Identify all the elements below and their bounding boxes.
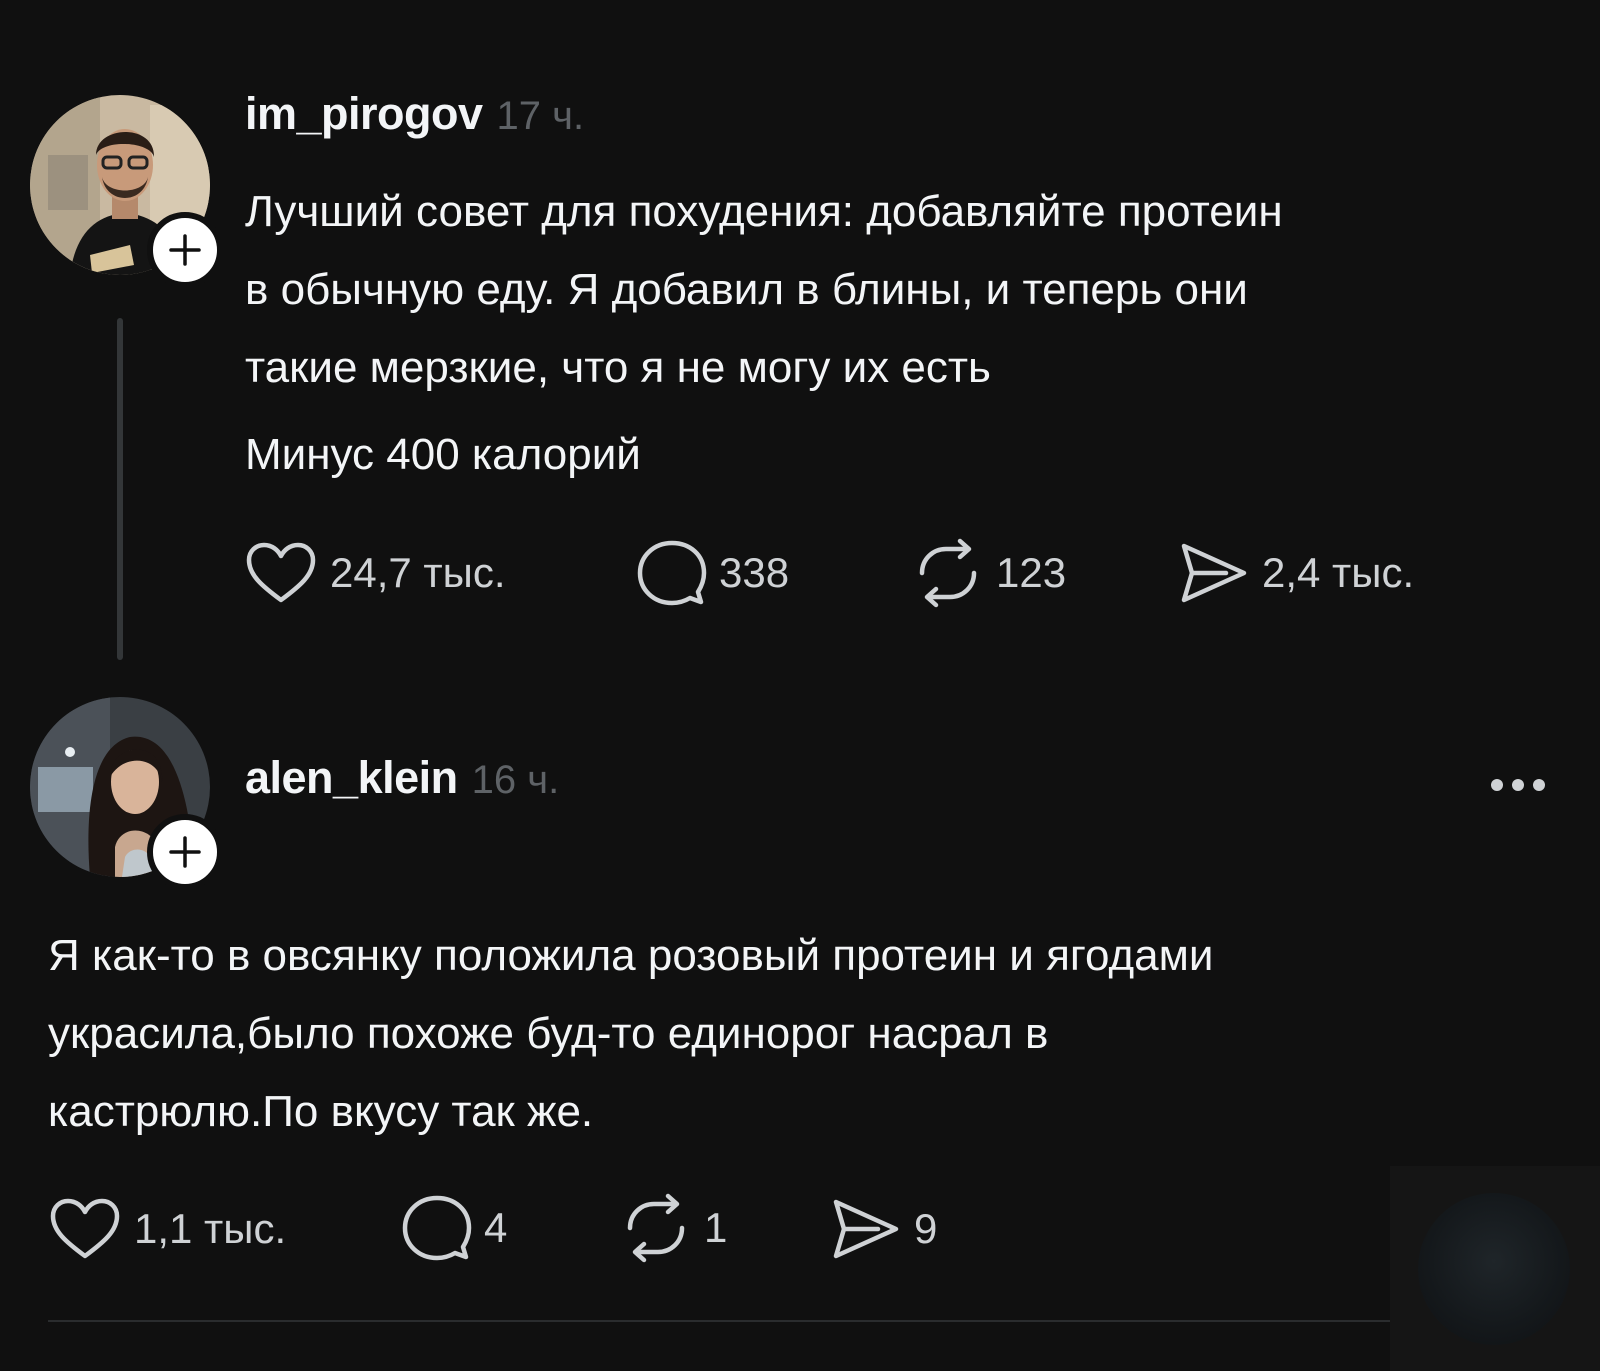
comment-count: 338: [719, 549, 790, 596]
watermark-logo-icon: [1418, 1193, 1570, 1345]
divider: [48, 1320, 1558, 1322]
follow-button-im-pirogov[interactable]: [147, 212, 223, 288]
like-button[interactable]: 24,7 тыс.: [244, 540, 506, 606]
like-count: 1,1 тыс.: [134, 1205, 287, 1252]
post-text-line: Я как-то в овсянку положила розовый прот…: [48, 931, 1214, 980]
speech-bubble-icon: [402, 1195, 472, 1261]
post-text-line: в обычную еду. Я добавил в блины, и тепе…: [245, 265, 1248, 314]
share-button[interactable]: 2,4 тыс.: [1178, 540, 1414, 606]
share-count: 2,4 тыс.: [1262, 549, 1415, 596]
post-text-line: Минус 400 калорий: [245, 430, 641, 479]
speech-bubble-icon: [637, 540, 707, 606]
repost-arrows-icon: [919, 538, 977, 608]
post-header-1: im_pirogov 17 ч.: [245, 88, 584, 140]
repost-button[interactable]: 1: [620, 1192, 727, 1264]
share-button[interactable]: 9: [830, 1196, 937, 1262]
thread-line: [117, 318, 123, 660]
like-button[interactable]: 1,1 тыс.: [48, 1196, 286, 1262]
post-text-line: кастрюлю.По вкусу так же.: [48, 1087, 594, 1136]
heart-icon: [50, 1198, 120, 1259]
plus-icon: [169, 234, 201, 266]
username[interactable]: im_pirogov: [245, 88, 483, 140]
username[interactable]: alen_klein: [245, 752, 458, 804]
more-dots-icon[interactable]: [1491, 779, 1545, 791]
follow-button-alen-klein[interactable]: [147, 814, 223, 890]
post-header-2: alen_klein 16 ч.: [245, 752, 559, 804]
post-time: 17 ч.: [496, 94, 585, 138]
post-text-line: украсила,было похоже буд-то единорог нас…: [48, 1009, 1049, 1058]
paper-plane-icon: [1181, 543, 1247, 603]
plus-icon: [169, 836, 201, 868]
comment-button[interactable]: 338: [637, 538, 789, 608]
post-text-1: Лучший совет для похудения: добавляйте п…: [245, 173, 1283, 494]
like-count: 24,7 тыс.: [330, 549, 506, 596]
repost-button[interactable]: 123: [912, 537, 1066, 609]
comment-button[interactable]: 4: [402, 1193, 507, 1263]
post-time: 16 ч.: [471, 758, 560, 802]
repost-arrows-icon: [627, 1193, 685, 1263]
repost-count: 123: [996, 549, 1067, 596]
heart-icon: [246, 542, 316, 603]
comment-count: 4: [484, 1204, 508, 1251]
repost-count: 1: [704, 1204, 728, 1251]
post-text-line: такие мерзкие, что я не могу их есть: [245, 343, 991, 392]
share-count: 9: [914, 1205, 938, 1252]
post-text-line: Лучший совет для похудения: добавляйте п…: [245, 187, 1283, 236]
paper-plane-icon: [833, 1199, 899, 1259]
post-text-2: Я как-то в овсянку положила розовый прот…: [48, 917, 1213, 1151]
